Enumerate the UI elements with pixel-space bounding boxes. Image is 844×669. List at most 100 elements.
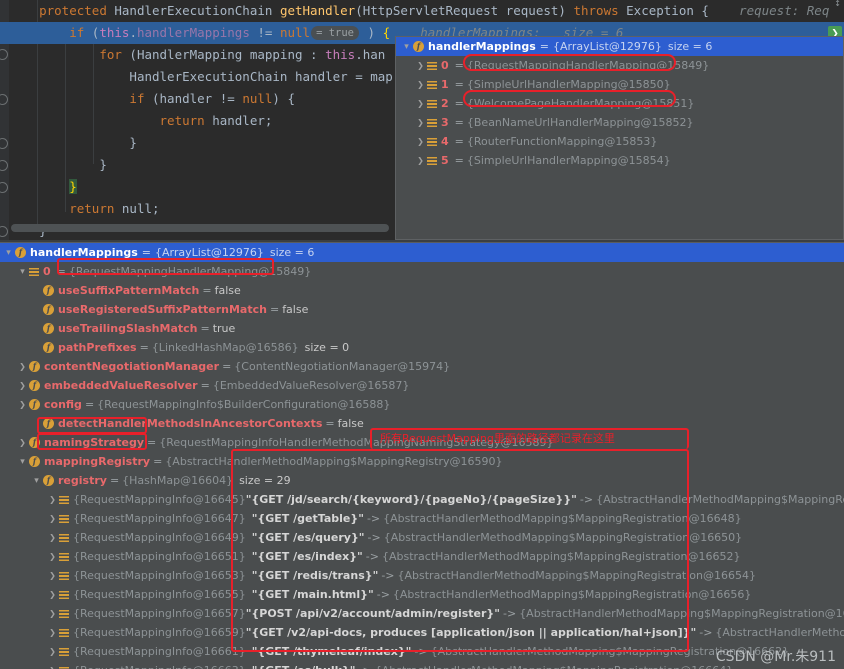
- map-entry-icon: [59, 495, 69, 505]
- chevron-right-icon[interactable]: [46, 647, 59, 657]
- inline-value-hint[interactable]: = true: [311, 25, 360, 40]
- code-token: null: [242, 91, 273, 106]
- field-icon: f: [43, 285, 54, 296]
- registry-entry-row[interactable]: {RequestMappingInfo@16649} "{GET /es/quer…: [0, 528, 844, 547]
- chevron-right-icon[interactable]: [414, 137, 427, 147]
- popup-variable-size: size = 6: [667, 40, 713, 53]
- equals-sign: =: [84, 398, 95, 411]
- entry-key: {RequestMappingInfo@16659}: [73, 626, 246, 639]
- popup-variable-name: handlerMappings: [428, 40, 536, 53]
- field-icon: f: [43, 342, 54, 353]
- chevron-right-icon[interactable]: [46, 628, 59, 638]
- chevron-right-icon[interactable]: [414, 99, 427, 109]
- chevron-right-icon[interactable]: [46, 533, 59, 543]
- registry-entry-row[interactable]: {RequestMappingInfo@16653} "{GET /redis/t…: [0, 566, 844, 585]
- inline-debug-hint: request: Req: [708, 3, 830, 18]
- debug-root-row[interactable]: f handlerMappings = {ArrayList@12976} si…: [0, 243, 844, 262]
- equals-sign: =: [109, 474, 120, 487]
- debug-field-row[interactable]: f contentNegotiationManager={ContentNegot…: [0, 357, 844, 376]
- map-entry-icon: [59, 609, 69, 619]
- registry-entry-row[interactable]: {RequestMappingInfo@16647} "{GET /getTabl…: [0, 509, 844, 528]
- equals-sign: =: [141, 246, 151, 259]
- chevron-right-icon[interactable]: [46, 495, 59, 505]
- debug-field-list[interactable]: f useSuffixPatternMatch = false f useRegister…: [0, 281, 844, 490]
- chevron-right-icon[interactable]: [16, 400, 29, 410]
- entry-mapping: "{GET /es/index}": [251, 550, 363, 563]
- code-line[interactable]: protected HandlerExecutionChain getHandl…: [0, 0, 844, 22]
- chevron-right-icon[interactable]: [16, 438, 29, 448]
- debug-field-row[interactable]: f pathPrefixes = {LinkedHashMap@16586} size …: [0, 338, 844, 357]
- code-token: if: [69, 25, 92, 40]
- equals-sign: =: [200, 379, 210, 392]
- field-icon: f: [29, 361, 40, 372]
- popup-list-item[interactable]: 3 ={BeanNameUrlHandlerMapping@15852}: [396, 113, 843, 132]
- map-entry-icon: [59, 552, 69, 562]
- chevron-down-icon[interactable]: [400, 42, 413, 52]
- registry-entry-row[interactable]: {RequestMappingInfo@16651} "{GET /es/inde…: [0, 547, 844, 566]
- item-index: 5: [441, 154, 449, 167]
- popup-list-item[interactable]: 4 ={RouterFunctionMapping@15853}: [396, 132, 843, 151]
- equals-sign: =: [539, 40, 549, 53]
- popup-header-row[interactable]: f handlerMappings = {ArrayList@12976} si…: [396, 37, 843, 56]
- equals-sign: =: [454, 154, 464, 167]
- chevron-right-icon[interactable]: [16, 381, 29, 391]
- entry-mapping: "{GET /es/query}": [251, 531, 365, 544]
- chevron-down-icon[interactable]: [30, 476, 43, 486]
- popup-item-list[interactable]: 0={RequestMappingHandlerMapping@15849}1=…: [396, 56, 843, 170]
- debug-field-row[interactable]: f embeddedValueResolver={EmbeddedValueRes…: [0, 376, 844, 395]
- value-inspect-popup[interactable]: f handlerMappings = {ArrayList@12976} si…: [395, 36, 844, 240]
- chevron-right-icon[interactable]: [414, 156, 427, 166]
- chevron-down-icon[interactable]: [16, 267, 29, 277]
- chevron-right-icon[interactable]: [414, 118, 427, 128]
- equals-sign: =: [269, 303, 280, 316]
- chevron-right-icon[interactable]: [46, 590, 59, 600]
- scroll-marker-icon: ↕: [834, 0, 841, 8]
- debug-field-row[interactable]: f registry={HashMap@16604} size = 29: [0, 471, 844, 490]
- chevron-right-icon[interactable]: [46, 514, 59, 524]
- popup-list-item[interactable]: 2 ={WelcomePageHandlerMapping@15851}: [396, 94, 843, 113]
- chevron-down-icon[interactable]: [2, 248, 15, 258]
- debug-field-row[interactable]: f mappingRegistry={AbstractHandlerMethodM…: [0, 452, 844, 471]
- debug-field-row[interactable]: f useTrailingSlashMatch = true: [0, 319, 844, 338]
- registry-entry-row[interactable]: {RequestMappingInfo@16645}"{GET /jd/sear…: [0, 490, 844, 509]
- debug-node-0-row[interactable]: 0 = {RequestMappingHandlerMapping@15849}: [0, 262, 844, 281]
- debug-field-row[interactable]: f useSuffixPatternMatch = false: [0, 281, 844, 300]
- chevron-right-icon[interactable]: [414, 80, 427, 90]
- field-size: size = 29: [239, 474, 291, 487]
- debugger-variables-panel[interactable]: f handlerMappings = {ArrayList@12976} si…: [0, 242, 844, 669]
- entry-arrow: ->: [579, 493, 594, 506]
- field-size: size = 0: [304, 341, 350, 354]
- chevron-right-icon[interactable]: [46, 552, 59, 562]
- popup-list-item[interactable]: 5 ={SimpleUrlHandlerMapping@15854}: [396, 151, 843, 170]
- map-entry-icon: [59, 514, 69, 524]
- item-value: {BeanNameUrlHandlerMapping@15852}: [466, 116, 694, 129]
- registry-entry-list[interactable]: {RequestMappingInfo@16645}"{GET /jd/sear…: [0, 490, 844, 669]
- code-token: ) {: [272, 91, 295, 106]
- entry-key: {RequestMappingInfo@16649}: [73, 531, 246, 544]
- popup-list-item[interactable]: 0 ={RequestMappingHandlerMapping@15849}: [396, 56, 843, 75]
- chevron-right-icon[interactable]: [414, 61, 427, 71]
- debug-field-row[interactable]: fconfig={RequestMappingInfo$BuilderConfi…: [0, 395, 844, 414]
- editor-horizontal-scrollbar[interactable]: [11, 224, 389, 232]
- code-token: ) {: [360, 25, 391, 40]
- entry-key: {RequestMappingInfo@16645}: [73, 493, 246, 506]
- registry-entry-row[interactable]: {RequestMappingInfo@16657}"{POST /api/v2…: [0, 604, 844, 623]
- code-token: (HttpServletRequest request): [355, 3, 574, 18]
- registry-entry-row[interactable]: {RequestMappingInfo@16655} "{GET /main.ht…: [0, 585, 844, 604]
- chevron-right-icon[interactable]: [16, 362, 29, 372]
- field-icon: f: [43, 418, 54, 429]
- equals-sign: =: [454, 116, 464, 129]
- chevron-right-icon[interactable]: [46, 666, 59, 669]
- field-value: false: [214, 284, 241, 297]
- field-name: embeddedValueResolver: [44, 379, 198, 392]
- chevron-right-icon[interactable]: [46, 609, 59, 619]
- chevron-right-icon[interactable]: [46, 571, 59, 581]
- entry-target: {AbstractHandlerMethodMapping$MappingReg…: [381, 550, 741, 563]
- debug-field-row[interactable]: f useRegisteredSuffixPatternMatch = false: [0, 300, 844, 319]
- popup-list-item[interactable]: 1 ={SimpleUrlHandlerMapping@15850}: [396, 75, 843, 94]
- list-icon: [29, 267, 39, 277]
- field-value: {ContentNegotiationManager@15974}: [234, 360, 451, 373]
- code-token: (handler !=: [152, 91, 243, 106]
- chevron-down-icon[interactable]: [16, 457, 29, 467]
- registry-entry-row[interactable]: {RequestMappingInfo@16659}"{GET /v2/api-…: [0, 623, 844, 642]
